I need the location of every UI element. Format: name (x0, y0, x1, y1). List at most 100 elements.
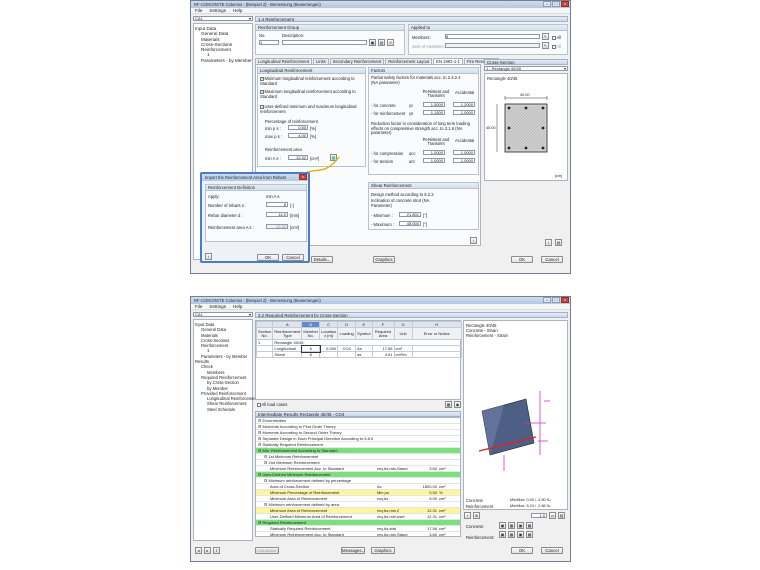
sets-input[interactable] (445, 43, 540, 48)
gamma-s-input[interactable]: 1.1500 (423, 110, 445, 115)
shear-group: Shear Reinforcement Design method accord… (368, 182, 479, 230)
cancel-button-2[interactable]: Cancel (541, 547, 563, 554)
dialog-ok-button[interactable]: OK (257, 254, 279, 261)
concrete-view-4-icon[interactable]: ▦ (526, 522, 533, 529)
delete-group-icon[interactable]: ✕ (387, 39, 394, 46)
max-rho-input[interactable]: 4.00 (288, 133, 308, 138)
members-input[interactable]: 6 (445, 34, 540, 39)
cs-info-icon[interactable]: i (545, 239, 552, 246)
concrete-view-1-icon[interactable]: ▣ (499, 522, 506, 529)
all-load-cases-checkbox[interactable] (257, 403, 261, 407)
case-select-2[interactable]: CA1 ▾ (193, 312, 253, 317)
maximize-button[interactable]: □ (552, 1, 560, 7)
alpha-cc-input[interactable]: 1.0000 (423, 150, 445, 155)
close-button[interactable]: × (561, 1, 569, 7)
cs-view-icon[interactable]: ▤ (555, 239, 562, 246)
menu-help-2[interactable]: Help (233, 304, 242, 309)
sets-all-checkbox[interactable] (552, 45, 556, 49)
section-title: 1.4 Reinforcement (255, 16, 568, 22)
reinf-view-2-icon[interactable]: ▦ (508, 531, 515, 538)
reinf-view-1-icon[interactable]: ▣ (499, 531, 506, 538)
new-group-icon[interactable]: ▣ (369, 39, 376, 46)
tab-layout[interactable]: Reinforcement Layout (385, 58, 433, 64)
dialog-info-icon[interactable]: i (205, 253, 212, 260)
alpha-ct-input[interactable]: 1.0000 (423, 158, 445, 163)
result-label: Statically Required Reinforcement (270, 526, 331, 531)
tab-links[interactable]: Links (312, 58, 329, 64)
concrete-view-3-icon[interactable]: ▣ (517, 522, 524, 529)
menu-settings-2[interactable]: Settings (209, 304, 226, 309)
group-desc-input[interactable] (282, 40, 367, 45)
import-rebars-icon[interactable]: ▦ (330, 154, 337, 161)
group-no-input[interactable]: 1 (259, 40, 279, 45)
view-icon[interactable]: ◉ (454, 401, 461, 408)
reinf-view-3-icon[interactable]: ▣ (517, 531, 524, 538)
tree-parameters-by-member[interactable]: Parameters - by Member (195, 58, 252, 63)
cell-loading (337, 351, 357, 358)
applied-to-header: Applied to (409, 25, 567, 31)
min-as-input[interactable]: 12.32 (288, 155, 308, 160)
intermediate-results: ⊟ Eccentricities ⊟ Moments According to F… (255, 417, 461, 537)
graphics-button[interactable]: Graphics (373, 256, 395, 263)
gamma-s-acc-input[interactable]: 1.0000 (453, 110, 475, 115)
menu-settings[interactable]: Settings (209, 8, 226, 13)
zoom-icon[interactable]: ⊕ (473, 512, 480, 519)
cancel-button[interactable]: Cancel (541, 256, 563, 263)
dialog-close-button[interactable]: × (299, 174, 307, 180)
case-select[interactable]: CA1 ▾ (193, 16, 253, 21)
factors-desc: Partial safety factors for materials acc… (371, 75, 461, 85)
dialog-cancel-button[interactable]: Cancel (282, 254, 304, 261)
filter-icon[interactable]: ▦ (445, 401, 452, 408)
minimize-button[interactable]: – (543, 1, 551, 7)
table-row[interactable]: Shear 6 as 4.91 cm²/m (255, 351, 462, 358)
nav-back-icon[interactable]: ◂ (195, 547, 202, 554)
print-icon[interactable]: ▤ (558, 512, 565, 519)
menu-file-2[interactable]: File (195, 304, 202, 309)
strut-min-input[interactable]: 21.801 (399, 212, 421, 217)
gamma-c-input[interactable]: 1.5000 (423, 102, 445, 107)
select-members-icon[interactable]: ↖ (542, 33, 549, 40)
rebar-count-input[interactable]: 8 (266, 202, 288, 207)
cross-section-select[interactable]: 1 - Rectangle 40/45 ▾ (484, 66, 568, 71)
select-sets-icon[interactable]: ↖ (542, 42, 549, 49)
zoom-input[interactable]: 1.0 (531, 513, 547, 518)
concrete-view-2-icon[interactable]: ▦ (508, 522, 515, 529)
info-icon[interactable]: i (470, 237, 477, 244)
members-all-checkbox[interactable] (552, 36, 556, 40)
reinf-view-4-icon[interactable]: ▦ (526, 531, 533, 538)
tab-longitudinal[interactable]: Longitudinal Reinforcement (255, 58, 312, 64)
menu-help[interactable]: Help (233, 8, 242, 13)
tab-en1992[interactable]: EN 1992-1-1 (433, 58, 463, 64)
area-label: Reinforcement area (265, 147, 302, 152)
fit-icon[interactable]: ▭ (549, 512, 556, 519)
min-rho-input[interactable]: 0.50 (288, 125, 308, 130)
maximize-button-2[interactable]: □ (552, 297, 560, 303)
alpha-ct-acc-input[interactable]: 1.0000 (453, 158, 475, 163)
result-row[interactable]: Minimum Reinforcement Acc. to Standard re… (256, 531, 460, 536)
minimize-button-2[interactable]: – (543, 297, 551, 303)
close-button-2[interactable]: × (561, 297, 569, 303)
messages-button[interactable]: Messages... (341, 547, 365, 554)
ok-button-2[interactable]: OK (511, 547, 533, 554)
export-icon[interactable]: ⇪ (213, 547, 220, 554)
details-button[interactable]: Details... (311, 256, 333, 263)
sets-all-label: All (556, 44, 562, 49)
factors-col-persistent: Persistent and Transient (422, 89, 450, 99)
gamma-c-acc-input[interactable]: 1.2000 (453, 102, 475, 107)
info-icon-2[interactable]: i (464, 512, 471, 519)
max-rho-value: 4.00 (298, 133, 306, 138)
tree2-steel-schedule[interactable]: Steel Schedule (195, 407, 251, 412)
strut-max-input[interactable]: 45.000 (399, 221, 421, 226)
reinforcement-tabs: Longitudinal Reinforcement Links Seconda… (255, 58, 500, 64)
rebar-diameter-input[interactable]: 14.0 (266, 212, 288, 217)
tab-secondary[interactable]: Secondary Reinforcement (329, 58, 385, 64)
graphics-button-2[interactable]: Graphics (371, 547, 395, 554)
open-group-icon[interactable]: ▤ (378, 39, 385, 46)
menu-file[interactable]: File (195, 8, 202, 13)
calculation-button[interactable]: Calculation (255, 547, 279, 554)
menu-bar: File Settings Help (191, 8, 570, 14)
alpha-cc-acc-input[interactable]: 1.0000 (453, 150, 475, 155)
nav-forward-icon[interactable]: ▸ (204, 547, 211, 554)
cs-unit: [cm] (555, 174, 563, 178)
ok-button[interactable]: OK (511, 256, 533, 263)
